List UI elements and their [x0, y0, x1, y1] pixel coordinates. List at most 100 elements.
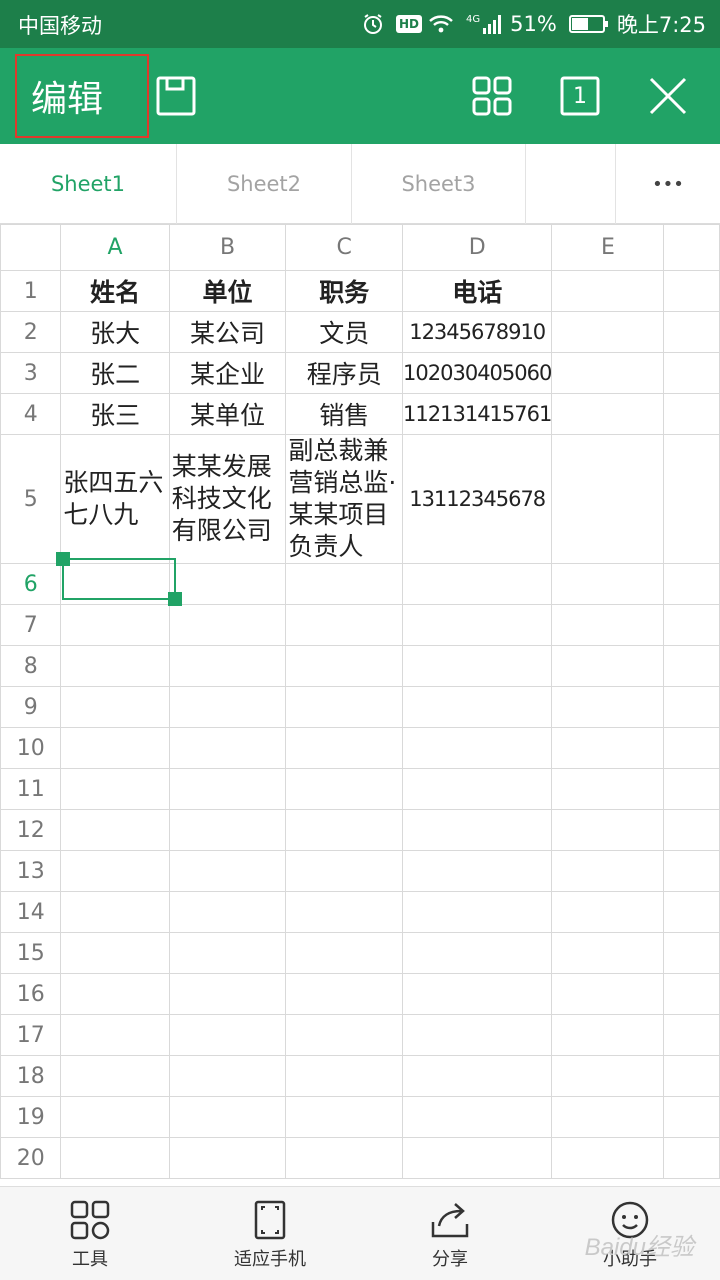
- cell-b11[interactable]: [168, 768, 287, 810]
- cell-a6[interactable]: [60, 563, 170, 605]
- row-header-4[interactable]: 4: [0, 393, 62, 435]
- cell-d6[interactable]: [402, 563, 553, 605]
- cell-b14[interactable]: [168, 891, 287, 933]
- row-header-5[interactable]: 5: [0, 434, 62, 564]
- tab-sheet1[interactable]: Sheet1: [0, 144, 177, 224]
- cell-c2[interactable]: 文员: [285, 311, 404, 353]
- cell-d13[interactable]: [402, 850, 553, 892]
- cell-a18[interactable]: [60, 1055, 170, 1097]
- cell-c18[interactable]: [285, 1055, 404, 1097]
- cell-a1[interactable]: 姓名: [60, 270, 170, 312]
- cell-a7[interactable]: [60, 604, 170, 646]
- cell-d10[interactable]: [402, 727, 553, 769]
- page-count-button[interactable]: 1: [554, 70, 606, 122]
- cell-d14[interactable]: [402, 891, 553, 933]
- cell-b2[interactable]: 某公司: [168, 311, 287, 353]
- cell-e7[interactable]: [551, 604, 665, 646]
- column-header-e[interactable]: E: [551, 224, 665, 271]
- cell-a8[interactable]: [60, 645, 170, 687]
- cell-a12[interactable]: [60, 809, 170, 851]
- cell-c7[interactable]: [285, 604, 404, 646]
- cell-e18[interactable]: [551, 1055, 665, 1097]
- cell-e2[interactable]: [551, 311, 665, 353]
- cell-d16[interactable]: [402, 973, 553, 1015]
- cell-a10[interactable]: [60, 727, 170, 769]
- corner-cell[interactable]: [0, 224, 62, 271]
- tab-sheet2[interactable]: Sheet2: [177, 144, 352, 224]
- cell-e10[interactable]: [551, 727, 665, 769]
- cell-b9[interactable]: [168, 686, 287, 728]
- cell-d8[interactable]: [402, 645, 553, 687]
- cell-e5[interactable]: [551, 434, 665, 564]
- cell-d19[interactable]: [402, 1096, 553, 1138]
- cell-b8[interactable]: [168, 645, 287, 687]
- cell-b7[interactable]: [168, 604, 287, 646]
- row-header-18[interactable]: 18: [0, 1055, 62, 1097]
- row-header-13[interactable]: 13: [0, 850, 62, 892]
- cell-a16[interactable]: [60, 973, 170, 1015]
- cell-c15[interactable]: [285, 932, 404, 974]
- cell-c20[interactable]: [285, 1137, 404, 1179]
- tools-button[interactable]: 工具: [25, 1187, 155, 1280]
- row-header-14[interactable]: 14: [0, 891, 62, 933]
- cell-c8[interactable]: [285, 645, 404, 687]
- column-header-a[interactable]: A: [60, 224, 170, 271]
- fit-phone-button[interactable]: 适应手机: [205, 1187, 335, 1280]
- cell-d12[interactable]: [402, 809, 553, 851]
- cell-c5[interactable]: 副总裁兼营销总监·某某项目负责人: [285, 434, 404, 564]
- cell-e15[interactable]: [551, 932, 665, 974]
- cell-e13[interactable]: [551, 850, 665, 892]
- row-header-20[interactable]: 20: [0, 1137, 62, 1179]
- cell-b19[interactable]: [168, 1096, 287, 1138]
- cell-a2[interactable]: 张大: [60, 311, 170, 353]
- cell-d17[interactable]: [402, 1014, 553, 1056]
- row-header-16[interactable]: 16: [0, 973, 62, 1015]
- cell-b5[interactable]: 某某发展科技文化有限公司: [168, 434, 287, 564]
- cell-d5[interactable]: 13112345678: [402, 434, 553, 564]
- cell-d3[interactable]: 102030405060: [402, 352, 553, 394]
- cell-c11[interactable]: [285, 768, 404, 810]
- cell-c19[interactable]: [285, 1096, 404, 1138]
- cell-b16[interactable]: [168, 973, 287, 1015]
- cell-e19[interactable]: [551, 1096, 665, 1138]
- save-icon[interactable]: [150, 70, 202, 122]
- cell-a19[interactable]: [60, 1096, 170, 1138]
- row-header-3[interactable]: 3: [0, 352, 62, 394]
- cell-c9[interactable]: [285, 686, 404, 728]
- cell-b18[interactable]: [168, 1055, 287, 1097]
- cell-a9[interactable]: [60, 686, 170, 728]
- cell-e3[interactable]: [551, 352, 665, 394]
- cell-c13[interactable]: [285, 850, 404, 892]
- cell-b3[interactable]: 某企业: [168, 352, 287, 394]
- cell-e11[interactable]: [551, 768, 665, 810]
- column-header-d[interactable]: D: [402, 224, 553, 271]
- cell-a4[interactable]: 张三: [60, 393, 170, 435]
- cell-b1[interactable]: 单位: [168, 270, 287, 312]
- cell-b17[interactable]: [168, 1014, 287, 1056]
- column-header-c[interactable]: C: [285, 224, 404, 271]
- cell-c4[interactable]: 销售: [285, 393, 404, 435]
- row-header-2[interactable]: 2: [0, 311, 62, 353]
- cell-d15[interactable]: [402, 932, 553, 974]
- cell-b20[interactable]: [168, 1137, 287, 1179]
- cell-e8[interactable]: [551, 645, 665, 687]
- share-button[interactable]: 分享: [385, 1187, 515, 1280]
- edit-button[interactable]: 编辑: [15, 54, 149, 138]
- tab-sheet3[interactable]: Sheet3: [352, 144, 526, 224]
- cell-c6[interactable]: [285, 563, 404, 605]
- cell-c14[interactable]: [285, 891, 404, 933]
- row-header-17[interactable]: 17: [0, 1014, 62, 1056]
- cell-e16[interactable]: [551, 973, 665, 1015]
- cell-e4[interactable]: [551, 393, 665, 435]
- close-icon[interactable]: [642, 70, 694, 122]
- cell-b10[interactable]: [168, 727, 287, 769]
- cell-b15[interactable]: [168, 932, 287, 974]
- cell-a20[interactable]: [60, 1137, 170, 1179]
- cell-b4[interactable]: 某单位: [168, 393, 287, 435]
- row-header-12[interactable]: 12: [0, 809, 62, 851]
- cell-a14[interactable]: [60, 891, 170, 933]
- row-header-9[interactable]: 9: [0, 686, 62, 728]
- cell-d9[interactable]: [402, 686, 553, 728]
- cell-d1[interactable]: 电话: [402, 270, 553, 312]
- cell-e9[interactable]: [551, 686, 665, 728]
